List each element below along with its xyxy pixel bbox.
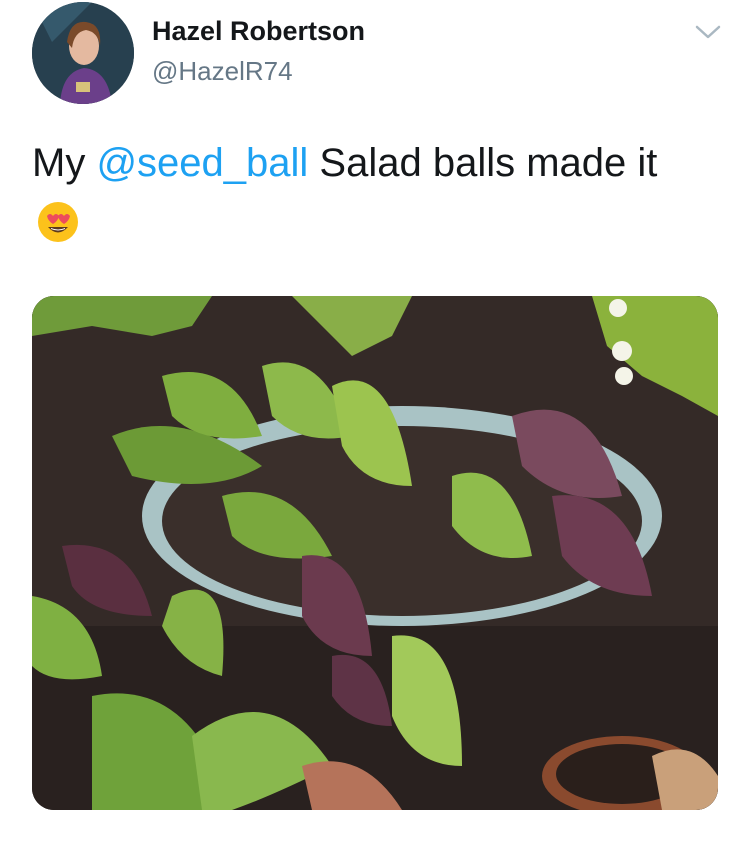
avatar-photo-icon bbox=[32, 2, 134, 104]
avatar[interactable] bbox=[32, 2, 134, 104]
tweet-photo[interactable] bbox=[32, 296, 718, 810]
tweet-text: My @seed_ball Salad balls made it bbox=[32, 138, 722, 188]
heart-eyes-emoji-icon bbox=[36, 200, 80, 244]
tweet-text-suffix: Salad balls made it bbox=[308, 141, 658, 185]
tweet-text-prefix: My bbox=[32, 141, 97, 185]
mention-link[interactable]: @seed_ball bbox=[96, 141, 308, 185]
tweet-card: Hazel Robertson @HazelR74 My @seed_ball … bbox=[0, 0, 750, 845]
user-handle[interactable]: @HazelR74 bbox=[152, 56, 293, 87]
display-name[interactable]: Hazel Robertson bbox=[152, 16, 365, 47]
salad-plant-photo-icon bbox=[32, 296, 718, 810]
chevron-down-icon[interactable] bbox=[694, 22, 722, 42]
